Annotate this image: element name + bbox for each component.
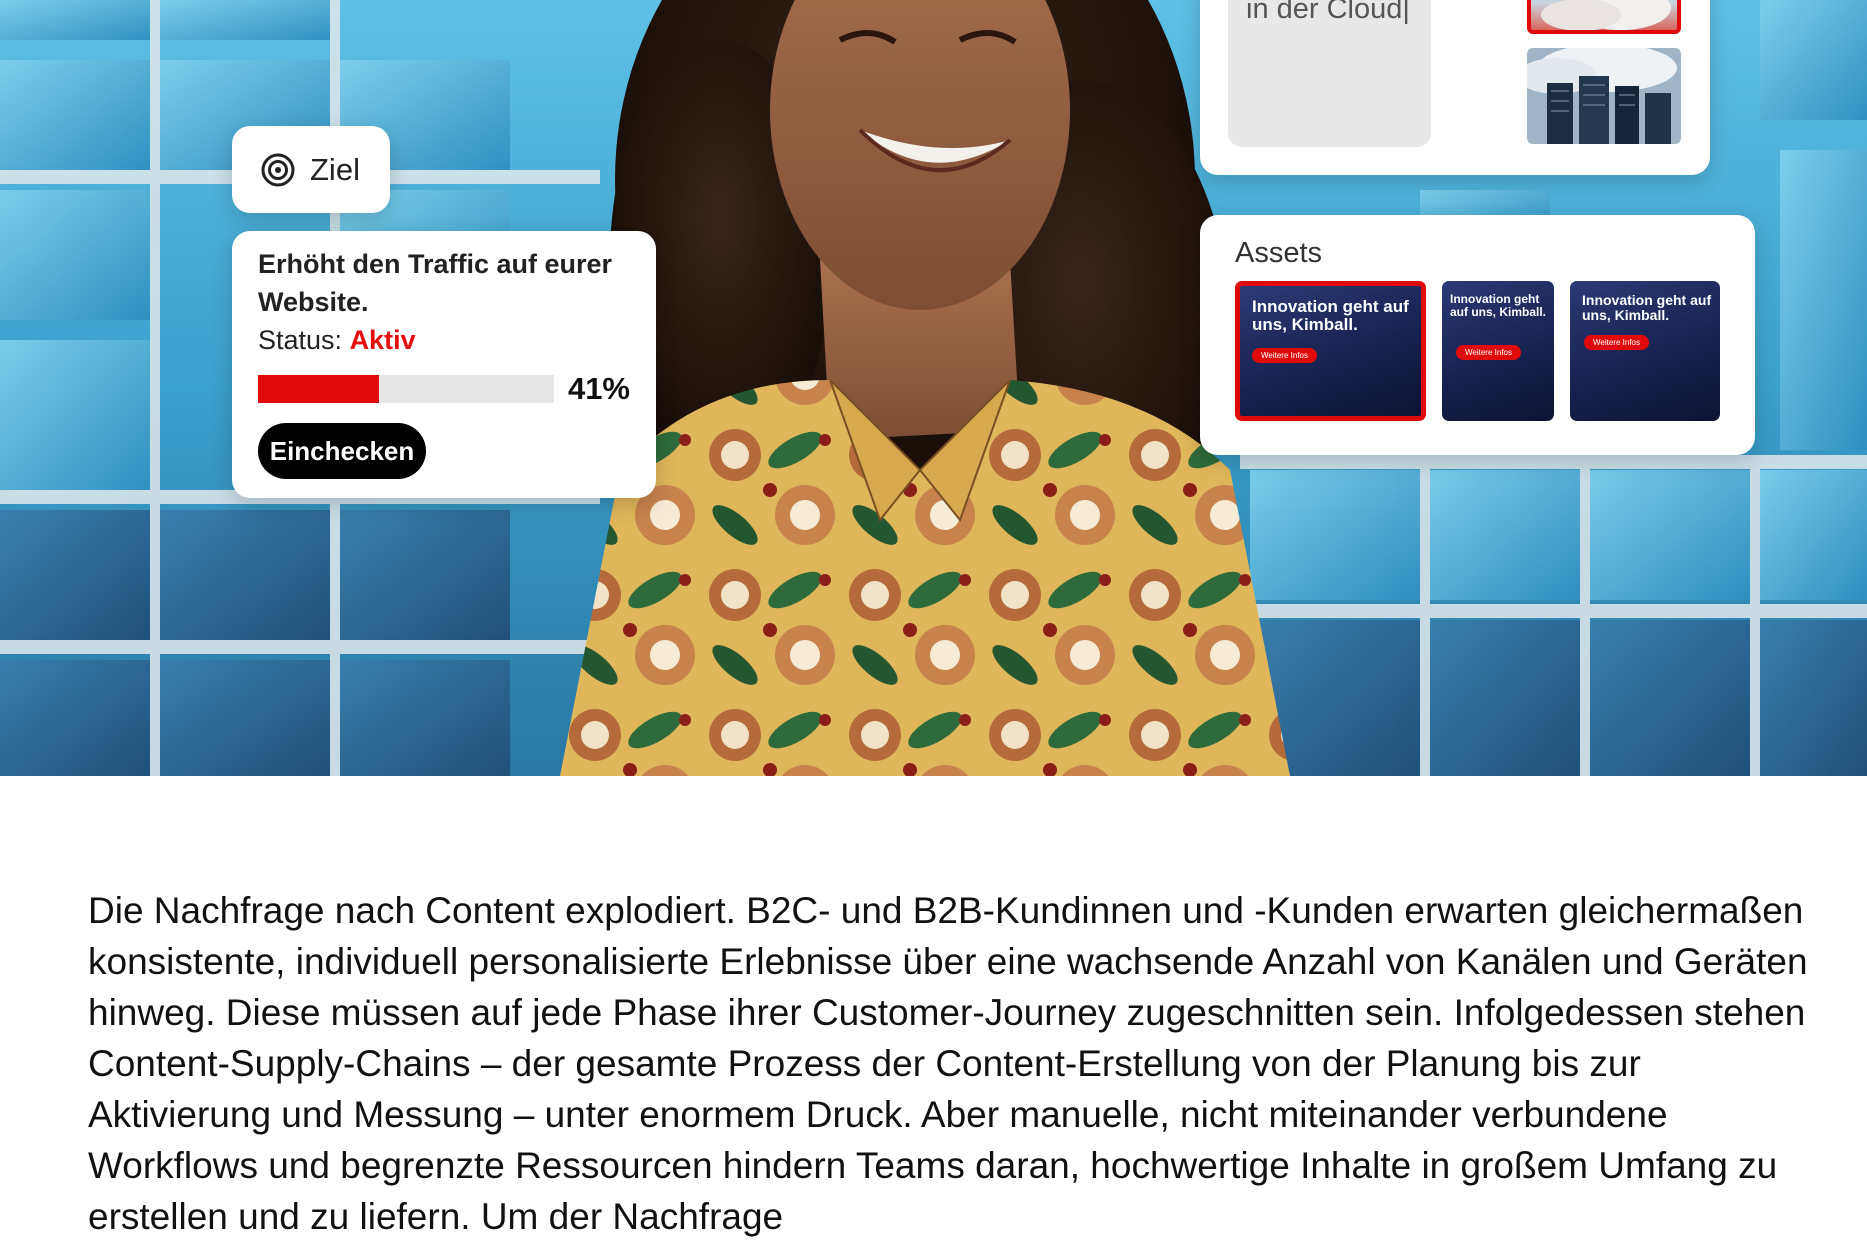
goal-chip[interactable]: Ziel [232,126,390,213]
cloud-sky-image [1541,0,1671,30]
goal-progress: 41% [258,371,630,407]
asset-headline: Innovation geht auf uns, Kimball. [1450,292,1547,319]
cloud-prompt-card: in der Cloud| [1200,0,1710,175]
cloud-thumbnail-selected[interactable] [1527,0,1681,34]
prompt-text: in der Cloud| [1246,0,1410,25]
progress-percentage: 41% [567,371,630,406]
goal-status: Status: Aktiv [258,321,630,359]
asset-cta: Weitere Infos [1252,348,1317,363]
asset-headline: Innovation geht auf uns, Kimball. [1582,292,1712,323]
goal-title: Erhöht den Traffic auf eurer Website. [258,249,613,317]
checkin-button[interactable]: Einchecken [258,423,426,479]
asset-cta: Weitere Infos [1584,335,1649,350]
asset-thumbnail-3[interactable]: Innovation geht auf uns, Kimball. Weiter… [1570,281,1720,421]
goal-chip-label: Ziel [310,151,360,187]
asset-thumbnail-2[interactable]: Innovation geht auf uns, Kimball. Weiter… [1442,281,1554,421]
assets-title: Assets [1235,237,1323,269]
datacenter-cloud-image [1527,48,1681,144]
cloud-thumbnail[interactable] [1527,48,1681,144]
goal-status-label: Status: [258,325,343,355]
goal-card: Erhöht den Traffic auf eurer Website. St… [232,231,656,498]
progress-track [258,375,554,403]
asset-headline: Innovation geht auf uns, Kimball. [1252,297,1409,334]
asset-thumbnail-1[interactable]: Innovation geht auf uns, Kimball. Weiter… [1235,281,1426,421]
goal-status-value: Aktiv [349,325,416,355]
asset-cta: Weitere Infos [1456,345,1521,360]
hero-image: Ziel Erhöht den Traffic auf eurer Websit… [0,0,1867,776]
progress-fill [258,375,380,403]
prompt-text-field[interactable]: in der Cloud| [1228,0,1431,147]
target-icon [261,153,295,186]
assets-card: Assets Innovation geht auf uns, Kimball.… [1200,215,1755,455]
intro-paragraph: Die Nachfrage nach Content explodiert. B… [88,890,1808,1237]
